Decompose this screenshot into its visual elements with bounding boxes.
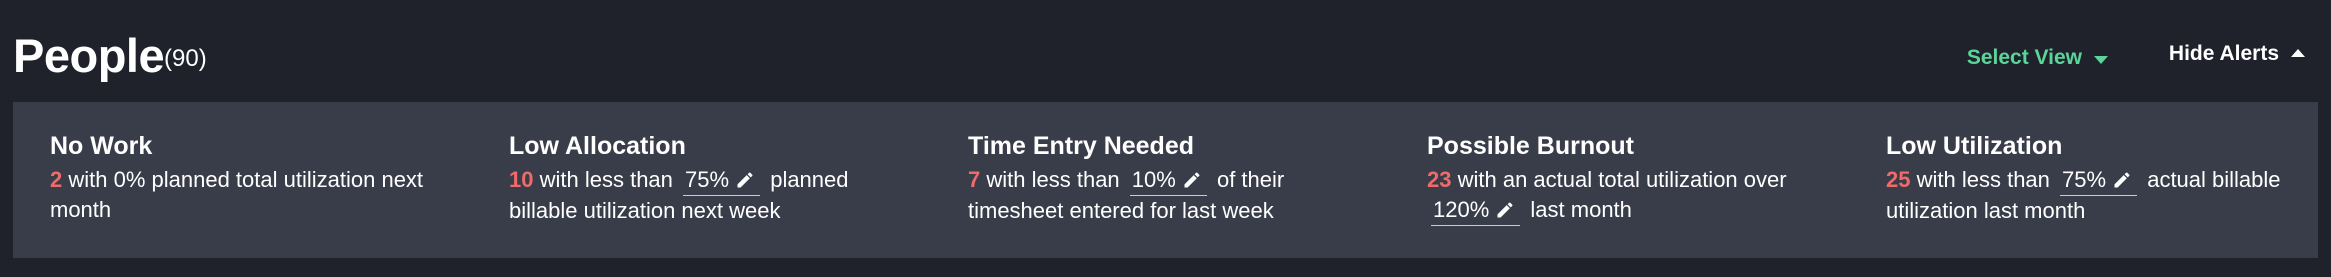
select-view-dropdown[interactable]: Select View [1967,38,2108,78]
alert-text: with an actual total utilization over [1457,167,1787,192]
threshold-input[interactable]: 75% [2060,167,2138,196]
alert-card-low-utilization[interactable]: Low Utilization 25 with less than 75% ac… [1886,128,2296,226]
alert-description: 25 with less than 75% actual billable ut… [1886,165,2296,226]
alert-description: 23 with an actual total utilization over… [1427,165,1837,226]
alerts-panel: No Work 2 with 0% planned total utilizat… [13,102,2318,258]
alert-text: with less than [986,167,1120,192]
alert-text: with less than [1916,167,2050,192]
threshold-value: 75% [685,167,730,192]
alert-card-low-allocation[interactable]: Low Allocation 10 with less than 75% pla… [509,128,919,226]
chevron-down-icon [2094,55,2108,64]
pencil-icon [1497,202,1513,218]
threshold-input[interactable]: 75% [683,167,761,196]
threshold-value: 75% [2062,167,2107,192]
people-count: (90) [164,45,207,72]
pencil-icon [737,172,753,188]
alert-title: No Work [50,132,153,160]
alert-card-no-work[interactable]: No Work 2 with 0% planned total utilizat… [50,128,460,225]
threshold-input[interactable]: 10% [1129,167,1207,196]
alert-count: 25 [1886,167,1911,192]
threshold-value: 10% [1131,167,1176,192]
alert-title: Possible Burnout [1427,132,1634,160]
alert-card-time-entry-needed[interactable]: Time Entry Needed 7 with less than 10% o… [968,128,1378,226]
page-header: People (90) Select View Hide Alerts [13,20,2318,92]
alert-card-possible-burnout[interactable]: Possible Burnout 23 with an actual total… [1427,128,1837,226]
pencil-icon [2114,172,2130,188]
alert-count: 23 [1427,167,1452,192]
threshold-input[interactable]: 120% [1431,197,1521,226]
select-view-label: Select View [1966,46,2082,69]
alert-text: with less than [539,167,673,192]
hide-alerts-label: Hide Alerts [2168,42,2279,65]
alert-description: 10 with less than 75% planned billable u… [509,165,919,226]
pencil-icon [1184,172,1200,188]
alert-text-after: last month [1530,197,1632,222]
alert-count: 10 [509,167,534,192]
alert-count: 2 [50,167,63,192]
alert-count: 7 [968,167,981,192]
alert-title: Low Utilization [1886,132,2063,160]
alert-text: with 0% planned total utilization next m… [50,167,424,222]
alert-title: Time Entry Needed [968,132,1195,160]
hide-alerts-button[interactable]: Hide Alerts [2169,34,2305,74]
alert-title: Low Allocation [509,132,686,160]
alert-description: 7 with less than 10% of their timesheet … [968,165,1378,226]
threshold-value: 120% [1433,197,1490,222]
chevron-up-icon [2291,49,2305,57]
alert-description: 2 with 0% planned total utilization next… [50,165,460,225]
page-title: People [13,29,165,82]
